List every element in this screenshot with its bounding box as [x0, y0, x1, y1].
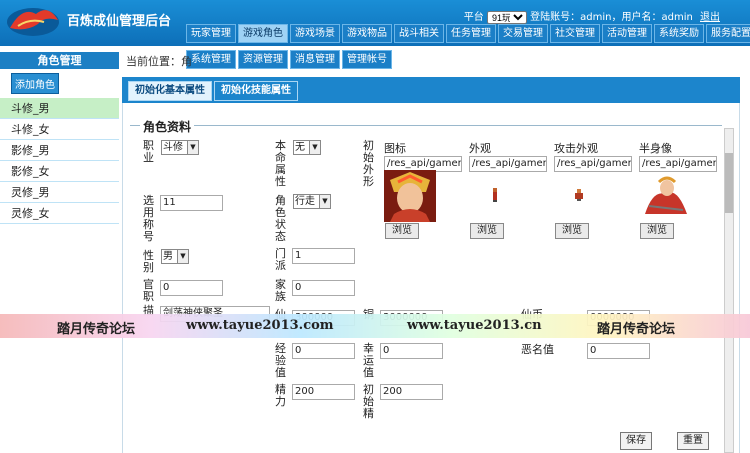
family-input[interactable]: 0: [292, 280, 355, 296]
browse-button-icon[interactable]: 浏览: [385, 223, 419, 239]
nav-tab-tasks[interactable]: 任务管理: [446, 24, 496, 43]
sidebar-item-douxiu-female[interactable]: 斗修_女: [0, 119, 119, 140]
browse-button-appearance[interactable]: 浏览: [470, 223, 504, 239]
chevron-down-icon: ▼: [319, 195, 330, 208]
app-title: 百炼成仙管理后台: [67, 14, 172, 29]
subtab-bar: 初始化基本属性 初始化技能属性: [122, 77, 740, 103]
element-select[interactable]: 无 ▼: [293, 140, 321, 155]
nav-tab-accounts[interactable]: 管理帐号: [342, 50, 392, 69]
breadcrumb: 当前位置：角: [126, 55, 192, 68]
gender-value: 男: [163, 251, 173, 262]
vertical-scrollbar[interactable]: [724, 128, 734, 453]
nav-tab-system[interactable]: 系统管理: [186, 50, 236, 69]
section-title: 角色资料: [140, 118, 195, 135]
title-label: 选用称号: [143, 194, 154, 243]
gender-label: 性别: [143, 249, 154, 274]
add-role-button[interactable]: 添加角色: [11, 73, 59, 94]
watermark-url-com: www.tayue2013.com: [186, 318, 334, 333]
halfbody-portrait-icon: [645, 176, 687, 214]
asset-path-halfbody[interactable]: /res_api/gamere: [639, 156, 717, 172]
infamy-input[interactable]: 0: [587, 343, 650, 359]
title-input[interactable]: 11: [160, 195, 223, 211]
save-button[interactable]: 保存: [620, 432, 652, 450]
element-label: 本命属性: [275, 139, 286, 188]
sidebar-title: 角色管理: [0, 52, 119, 69]
nav-tab-trade[interactable]: 交易管理: [498, 24, 548, 43]
profession-label: 职业: [143, 139, 154, 164]
sect-input[interactable]: 1: [292, 248, 355, 264]
nav-tab-scenes[interactable]: 游戏场景: [290, 24, 340, 43]
chevron-down-icon: ▼: [309, 141, 320, 154]
profession-select[interactable]: 斗修 ▼: [161, 140, 199, 155]
rank-input[interactable]: 0: [160, 280, 223, 296]
exp-label: 经验值: [275, 342, 286, 379]
nav-tab-rewards[interactable]: 系统奖励: [654, 24, 704, 43]
nav-tab-battle[interactable]: 战斗相关: [394, 24, 444, 43]
asset-path-attack[interactable]: /res_api/gamere: [554, 156, 632, 172]
scrollbar-thumb[interactable]: [725, 153, 733, 213]
appearance-label: 初始外形: [363, 139, 374, 188]
sidebar-item-yingxiu-male[interactable]: 影修_男: [0, 140, 119, 161]
status-label: 角色状态: [275, 194, 286, 243]
asset-label-icon: 图标: [384, 142, 406, 155]
nav-tab-roles[interactable]: 游戏角色: [238, 24, 288, 43]
nav-tab-service[interactable]: 服务配置: [706, 24, 750, 43]
init-input[interactable]: 200: [380, 384, 443, 400]
init-label: 初始精: [363, 383, 374, 420]
sidebar-item-lingxiu-male[interactable]: 灵修_男: [0, 182, 119, 203]
gender-select[interactable]: 男 ▼: [161, 249, 189, 264]
chevron-down-icon: ▼: [187, 141, 198, 154]
browse-button-attack[interactable]: 浏览: [555, 223, 589, 239]
nav-tab-items[interactable]: 游戏物品: [342, 24, 392, 43]
browse-button-halfbody[interactable]: 浏览: [640, 223, 674, 239]
tab-basic-attributes[interactable]: 初始化基本属性: [128, 81, 212, 101]
asset-label-attack: 攻击外观: [554, 142, 598, 155]
nav-tab-social[interactable]: 社交管理: [550, 24, 600, 43]
status-value: 行走: [295, 196, 315, 207]
sidebar-item-lingxiu-female[interactable]: 灵修_女: [0, 203, 119, 224]
portrait-icon: [384, 170, 436, 222]
main-nav-row1: 玩家管理 游戏角色 游戏场景 游戏物品 战斗相关 任务管理 交易管理 社交管理 …: [186, 24, 750, 43]
luck-input[interactable]: 0: [380, 343, 443, 359]
watermark-url-cn: www.tayue2013.cn: [407, 318, 542, 333]
sidebar: 角色管理 添加角色 斗修_男 斗修_女 影修_男 影修_女 灵修_男 灵修_女: [0, 52, 119, 453]
chevron-down-icon: ▼: [177, 250, 188, 263]
appearance-sprite-icon: [493, 188, 497, 202]
asset-path-appearance[interactable]: /res_api/gamere: [469, 156, 547, 172]
luck-label: 幸运值: [363, 342, 374, 379]
platform-select[interactable]: 91玩: [486, 10, 527, 24]
element-value: 无: [295, 142, 305, 153]
app-logo-icon: [7, 8, 59, 36]
profession-value: 斗修: [163, 142, 183, 153]
reset-button[interactable]: 重置: [677, 432, 709, 450]
asset-label-appearance: 外观: [469, 142, 491, 155]
attack-sprite-icon: [575, 189, 583, 201]
family-label: 家族: [275, 278, 286, 303]
status-select[interactable]: 行走 ▼: [293, 194, 331, 209]
infamy-label: 恶名值: [521, 343, 554, 356]
top-info: 平台 91玩 登陆账号：admin，用户名：admin 退出: [464, 8, 720, 24]
nav-tab-messages[interactable]: 消息管理: [290, 50, 340, 69]
sidebar-item-douxiu-male[interactable]: 斗修_男: [0, 98, 119, 119]
exp-input[interactable]: 0: [292, 343, 355, 359]
section-divider: [130, 125, 722, 126]
sect-label: 门派: [275, 247, 286, 272]
nav-tab-resources[interactable]: 资源管理: [238, 50, 288, 69]
energy-label: 精力: [275, 383, 286, 408]
platform-label: 平台: [463, 12, 484, 23]
watermark-forum-left: 踏月传奇论坛: [57, 322, 136, 337]
nav-tab-events[interactable]: 活动管理: [602, 24, 652, 43]
energy-input[interactable]: 200: [292, 384, 355, 400]
login-info: 登陆账号：admin，用户名：admin: [530, 12, 693, 23]
logout-link[interactable]: 退出: [700, 12, 720, 23]
sidebar-item-yingxiu-female[interactable]: 影修_女: [0, 161, 119, 182]
tab-skill-attributes[interactable]: 初始化技能属性: [214, 81, 298, 101]
watermark-forum-right: 踏月传奇论坛: [597, 322, 676, 337]
asset-label-halfbody: 半身像: [639, 142, 672, 155]
nav-tab-players[interactable]: 玩家管理: [186, 24, 236, 43]
main-nav-row2: 系统管理 资源管理 消息管理 管理帐号: [186, 50, 392, 69]
rank-label: 官职: [143, 278, 154, 303]
